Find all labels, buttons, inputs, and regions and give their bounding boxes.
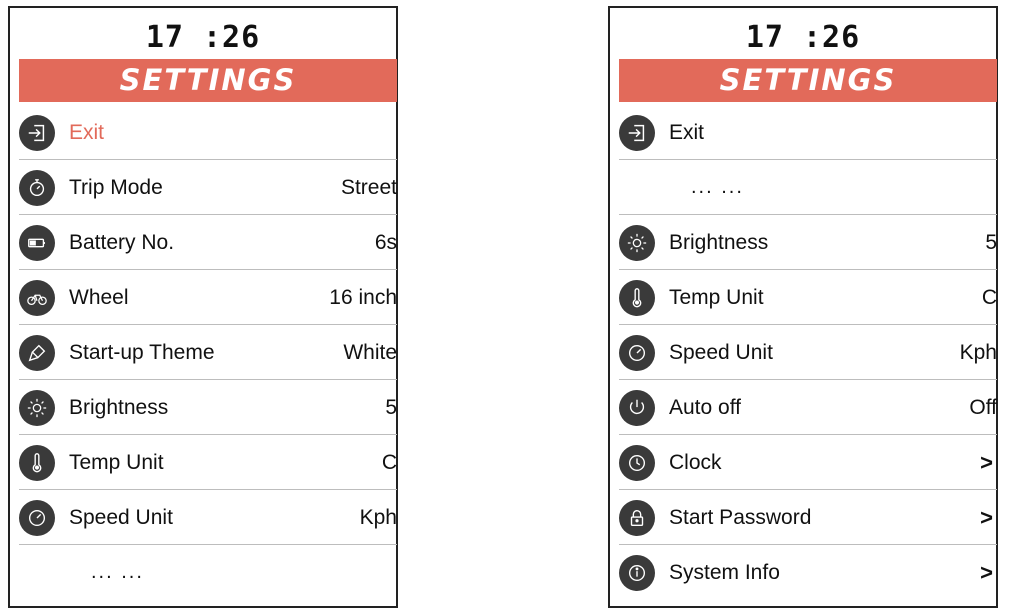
power-icon — [619, 390, 655, 426]
menu-item-startup-theme[interactable]: Start-up Theme White — [19, 325, 397, 380]
menu-item-label: Exit — [669, 121, 705, 144]
clock-display: 17 :26 — [745, 20, 861, 55]
menu-item-auto-off[interactable]: Auto off Off — [619, 380, 997, 435]
menu-item-label: Temp Unit — [69, 451, 164, 474]
menu-item-value: White — [343, 341, 397, 364]
menu-item-value: 5 — [985, 231, 997, 254]
menu-item-more[interactable]: ... ... — [19, 545, 397, 600]
menu-item-label: Start Password — [669, 506, 812, 529]
settings-list: Exit Trip Mode Street Battery No. 6s Whe… — [19, 105, 397, 600]
menu-item-label: Clock — [669, 451, 722, 474]
menu-item-value: 16 inch — [329, 286, 397, 309]
menu-item-label: Temp Unit — [669, 286, 764, 309]
menu-item-speed-unit[interactable]: Speed Unit Kph — [19, 490, 397, 545]
lock-icon — [619, 500, 655, 536]
menu-item-trip-mode[interactable]: Trip Mode Street — [19, 160, 397, 215]
menu-item-label: Battery No. — [69, 231, 175, 254]
exit-icon — [619, 115, 655, 151]
thermometer-icon — [19, 445, 55, 481]
menu-item-label: System Info — [669, 561, 780, 584]
menu-item-clock[interactable]: Clock > — [619, 435, 997, 490]
settings-screen-right: 17 :26 SETTINGS Exit ... ... Brightness … — [608, 6, 998, 608]
clock-icon — [619, 445, 655, 481]
menu-item-speed-unit[interactable]: Speed Unit Kph — [619, 325, 997, 380]
menu-item-label: Trip Mode — [69, 176, 163, 199]
settings-screen-left: 17 :26 SETTINGS Exit Trip Mode Street Ba… — [8, 6, 398, 608]
menu-item-brightness[interactable]: Brightness 5 — [619, 215, 997, 270]
menu-item-value: Street — [340, 176, 397, 199]
menu-item-value: Kph — [959, 341, 997, 364]
menu-item-label: Brightness — [669, 231, 769, 254]
menu-item-value: C — [981, 286, 997, 309]
menu-item-start-password[interactable]: Start Password > — [619, 490, 997, 545]
menu-item-value: 5 — [385, 396, 397, 419]
speedometer-icon — [19, 500, 55, 536]
menu-item-value: 6s — [374, 231, 397, 254]
menu-item-wheel[interactable]: Wheel 16 inch — [19, 270, 397, 325]
menu-item-label: Auto off — [669, 396, 742, 419]
settings-banner: SETTINGS — [19, 59, 397, 102]
settings-list: Exit ... ... Brightness 5 Temp Unit C Sp… — [619, 105, 997, 600]
menu-item-label: Speed Unit — [669, 341, 773, 364]
battery-icon — [19, 225, 55, 261]
chevron-right-icon: > — [980, 450, 993, 475]
menu-item-label: Speed Unit — [69, 506, 173, 529]
menu-item-exit[interactable]: Exit — [19, 105, 397, 160]
menu-item-exit[interactable]: Exit — [619, 105, 997, 160]
info-icon — [619, 555, 655, 591]
menu-item-label: Exit — [69, 121, 105, 144]
sun-icon — [619, 225, 655, 261]
menu-item-system-info[interactable]: System Info > — [619, 545, 997, 600]
menu-item-battery[interactable]: Battery No. 6s — [19, 215, 397, 270]
settings-banner: SETTINGS — [619, 59, 997, 102]
thermometer-icon — [619, 280, 655, 316]
stopwatch-icon — [19, 170, 55, 206]
menu-item-more[interactable]: ... ... — [619, 160, 997, 215]
exit-icon — [19, 115, 55, 151]
menu-item-temp-unit[interactable]: Temp Unit C — [619, 270, 997, 325]
clock-display: 17 :26 — [145, 20, 261, 55]
menu-item-value: Kph — [359, 506, 397, 529]
bicycle-icon — [19, 280, 55, 316]
paint-brush-icon — [19, 335, 55, 371]
menu-item-label: Start-up Theme — [69, 341, 215, 364]
menu-item-label: Brightness — [69, 396, 169, 419]
menu-item-brightness[interactable]: Brightness 5 — [19, 380, 397, 435]
sun-icon — [19, 390, 55, 426]
menu-item-value: Off — [969, 396, 997, 419]
more-ellipsis: ... ... — [691, 176, 744, 198]
chevron-right-icon: > — [980, 505, 993, 530]
menu-item-temp-unit[interactable]: Temp Unit C — [19, 435, 397, 490]
more-ellipsis: ... ... — [91, 561, 144, 583]
chevron-right-icon: > — [980, 560, 993, 585]
menu-item-label: Wheel — [69, 286, 129, 309]
menu-item-value: C — [381, 451, 397, 474]
speedometer-icon — [619, 335, 655, 371]
